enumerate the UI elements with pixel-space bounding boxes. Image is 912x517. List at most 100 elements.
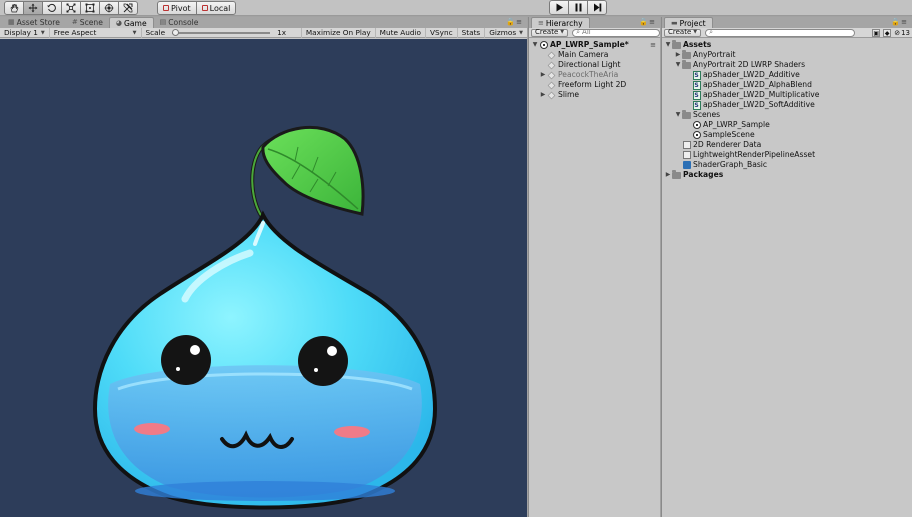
chevron-down-icon: ▼ xyxy=(132,29,137,36)
scale-tool-button[interactable] xyxy=(61,1,81,15)
hierarchy-search-input[interactable]: ⌕ All xyxy=(572,28,660,37)
rotate-tool-button[interactable] xyxy=(42,1,62,15)
step-button[interactable] xyxy=(587,0,607,15)
game-viewport[interactable] xyxy=(0,39,527,517)
project-item[interactable]: ▶ AnyPortrait xyxy=(662,49,912,60)
item-label: PeacockTheAria xyxy=(558,70,619,79)
hierarchy-item[interactable]: ▶ PeacockTheAria xyxy=(529,70,660,80)
item-label: Assets xyxy=(683,40,712,49)
transform-tools xyxy=(4,1,138,15)
project-item[interactable]: SampleScene xyxy=(662,130,912,140)
expand-arrow-icon[interactable]: ▼ xyxy=(674,110,682,120)
scale-slider-thumb[interactable] xyxy=(172,28,180,36)
toggle-vsync[interactable]: VSync xyxy=(426,27,458,38)
item-label: Main Camera xyxy=(558,50,609,59)
expand-arrow-icon[interactable]: ▶ xyxy=(674,50,682,60)
expand-arrow-icon[interactable]: ▼ xyxy=(674,60,682,70)
filter-by-type-icon[interactable]: ▣ xyxy=(872,29,881,37)
gizmos-dropdown[interactable]: Gizmos ▼ xyxy=(485,28,527,38)
grid-icon: # xyxy=(71,18,78,26)
scene-menu-icon[interactable]: ≡ xyxy=(650,40,656,50)
tab-hierarchy[interactable]: ≡ Hierarchy xyxy=(531,17,590,28)
toggle-label: VSync xyxy=(430,27,453,37)
tab-asset-store[interactable]: ▦ Asset Store xyxy=(2,17,66,28)
folder-icon xyxy=(682,109,691,119)
hierarchy-create-button[interactable]: Create ▼ xyxy=(531,28,569,37)
project-item[interactable]: SapShader_LW2D_Additive xyxy=(662,70,912,80)
display-dropdown[interactable]: Display 1 ▼ xyxy=(0,27,50,38)
local-button[interactable]: Local xyxy=(195,1,237,15)
project-item[interactable]: ▶ Packages xyxy=(662,169,912,180)
unity-scene-icon xyxy=(539,41,548,49)
gizmos-label: Gizmos xyxy=(489,27,517,37)
hierarchy-item[interactable]: Main Camera xyxy=(529,50,660,60)
item-label: ShaderGraph_Basic xyxy=(693,160,768,169)
project-item[interactable]: SapShader_LW2D_Multiplicative xyxy=(662,90,912,100)
panel-menu-icon[interactable]: 🔒≡ xyxy=(506,18,523,26)
hierarchy-item[interactable]: Freeform Light 2D xyxy=(529,80,660,90)
aspect-dropdown[interactable]: Free Aspect ▼ xyxy=(50,27,142,38)
toggle-maximize-on-play[interactable]: Maximize On Play xyxy=(300,27,376,38)
project-item[interactable]: ▼ Scenes xyxy=(662,109,912,120)
hierarchy-item[interactable]: Directional Light xyxy=(529,60,660,70)
playback-controls xyxy=(549,0,607,15)
toggle-mute-audio[interactable]: Mute Audio xyxy=(376,27,427,38)
create-label: Create xyxy=(535,28,559,36)
toggle-stats[interactable]: Stats xyxy=(458,27,486,38)
hand-tool-button[interactable] xyxy=(4,1,24,15)
item-label: AnyPortrait xyxy=(693,50,736,59)
project-item[interactable]: ShaderGraph_Basic xyxy=(662,160,912,170)
scale-slider[interactable] xyxy=(172,28,271,36)
chevron-down-icon: ▼ xyxy=(40,29,45,36)
panel-menu-icon[interactable]: 🔒≡ xyxy=(639,18,656,26)
filter-by-label-icon[interactable]: ◆ xyxy=(883,29,892,37)
scene-root[interactable]: ▼ AP_LWRP_Sample* ≡ xyxy=(529,40,660,50)
console-icon: ▤ xyxy=(159,18,167,26)
tab-console[interactable]: ▤ Console xyxy=(154,17,205,28)
play-button[interactable] xyxy=(549,0,569,15)
tab-label: Project xyxy=(679,18,706,28)
expand-arrow-icon[interactable]: ▶ xyxy=(539,90,547,100)
tab-label: Console xyxy=(168,18,199,27)
project-item[interactable]: LightweightRenderPipelineAsset xyxy=(662,150,912,160)
rect-tool-button[interactable] xyxy=(80,1,100,15)
game-panel: ▦ Asset Store # Scene ◕ Game ▤ Console 🔒… xyxy=(0,17,527,517)
tools-icon xyxy=(123,3,133,13)
pause-button[interactable] xyxy=(568,0,588,15)
hierarchy-tree: ▼ AP_LWRP_Sample* ≡ Main Camera Directio… xyxy=(529,38,660,100)
folder-icon: ▬ xyxy=(671,18,678,27)
shadergraph-icon xyxy=(682,161,691,169)
rotate-icon xyxy=(47,3,56,12)
unity-scene-icon xyxy=(692,131,701,139)
list-icon: ≡ xyxy=(538,18,544,27)
project-item[interactable]: ▼ AnyPortrait 2D LWRP Shaders xyxy=(662,59,912,70)
project-item[interactable]: ▼ Assets xyxy=(662,39,912,50)
project-item[interactable]: SapShader_LW2D_AlphaBlend xyxy=(662,80,912,90)
expand-arrow-icon[interactable]: ▼ xyxy=(531,40,539,50)
project-search-input[interactable]: ⌕ xyxy=(705,28,856,37)
panel-menu-icon[interactable]: 🔒≡ xyxy=(891,18,908,26)
tab-game[interactable]: ◕ Game xyxy=(108,17,154,28)
expand-arrow-icon[interactable]: ▶ xyxy=(664,170,672,180)
custom-tool-button[interactable] xyxy=(118,1,138,15)
pivot-button[interactable]: Pivot xyxy=(157,1,197,15)
item-label: AP_LWRP_Sample xyxy=(703,120,770,129)
scene-name: AP_LWRP_Sample* xyxy=(550,40,629,49)
hierarchy-item[interactable]: ▶ Slime xyxy=(529,90,660,100)
slime-character xyxy=(92,125,438,510)
transform-tool-button[interactable] xyxy=(99,1,119,15)
search-icon: ⌕ xyxy=(709,28,714,36)
search-placeholder: All xyxy=(582,28,591,36)
project-create-button[interactable]: Create ▼ xyxy=(664,28,702,37)
project-toolbar: Create ▼ ⌕ ▣ ◆ ⊘ 13 xyxy=(662,28,912,38)
tab-scene[interactable]: # Scene xyxy=(66,17,109,28)
expand-arrow-icon[interactable]: ▶ xyxy=(539,70,547,80)
main-toolbar: Pivot Local xyxy=(0,0,912,16)
move-tool-button[interactable] xyxy=(23,1,43,15)
project-item[interactable]: SapShader_LW2D_SoftAdditive xyxy=(662,100,912,110)
expand-arrow-icon[interactable]: ▼ xyxy=(664,40,672,50)
tab-project[interactable]: ▬ Project xyxy=(664,17,713,28)
hidden-count[interactable]: ⊘ 13 xyxy=(894,29,910,37)
project-item[interactable]: AP_LWRP_Sample xyxy=(662,120,912,130)
project-item[interactable]: 2D Renderer Data xyxy=(662,140,912,150)
